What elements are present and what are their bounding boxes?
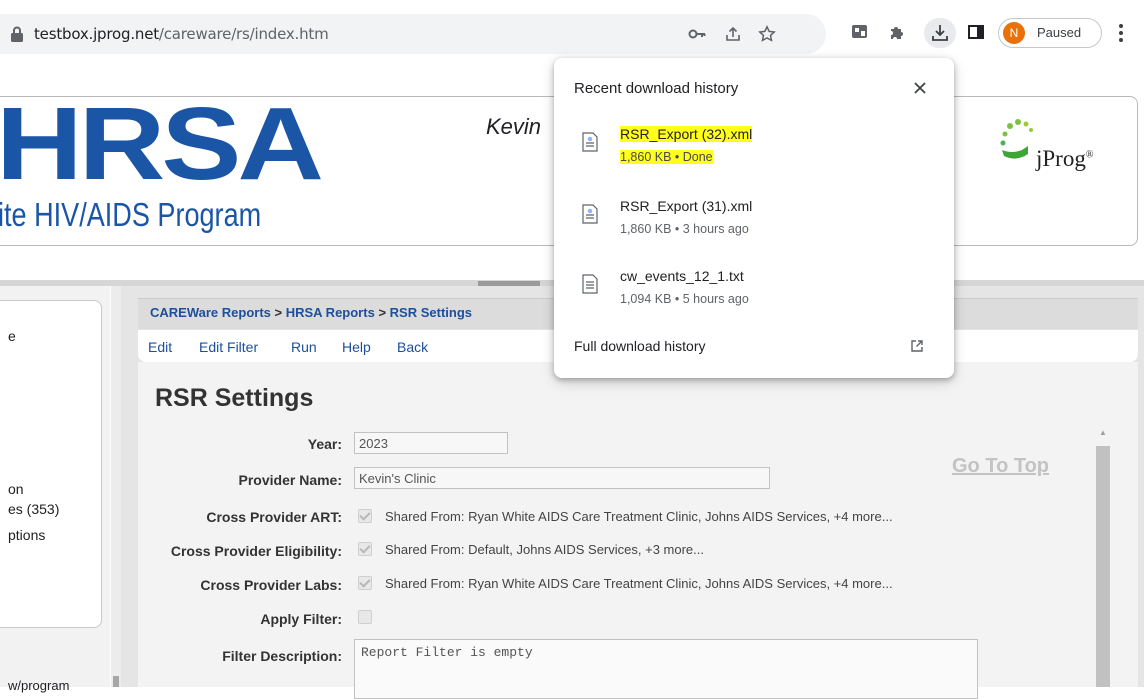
url-host: testbox.jprog.net bbox=[34, 25, 159, 43]
puzzle-icon[interactable] bbox=[888, 22, 908, 42]
cross-provider-labs-checkbox[interactable] bbox=[358, 576, 372, 590]
download-status: 1,860 KB • Done bbox=[620, 150, 713, 164]
user-name: Kevin bbox=[486, 114, 542, 139]
menu-help[interactable]: Help bbox=[342, 339, 371, 355]
url-path: /careware/rs/index.htm bbox=[158, 25, 329, 43]
download-bubble: Recent download history RSR_Export (32).… bbox=[554, 58, 954, 378]
menu-run[interactable]: Run bbox=[291, 339, 317, 355]
download-icon bbox=[932, 25, 948, 41]
scroll-up-icon[interactable]: ▲ bbox=[1099, 428, 1107, 437]
extension-icon[interactable] bbox=[850, 22, 870, 42]
cross-provider-eligibility-label: Cross Provider Eligibility: bbox=[170, 543, 342, 559]
year-label: Year: bbox=[307, 436, 342, 452]
cross-provider-labs-value: Shared From: Ryan White AIDS Care Treatm… bbox=[385, 576, 893, 591]
download-filename: cw_events_12_1.txt bbox=[620, 268, 744, 284]
download-item[interactable]: RSR_Export (32).xml 1,860 KB • Done bbox=[554, 126, 954, 188]
share-icon[interactable] bbox=[724, 25, 742, 43]
breadcrumb-rsr-settings[interactable]: RSR Settings bbox=[390, 305, 472, 320]
hrsa-logo: HRSA bbox=[0, 85, 324, 202]
sidebar-panel bbox=[0, 300, 102, 628]
jprog-logo-text: jProg® bbox=[1036, 146, 1094, 171]
xml-file-icon bbox=[582, 132, 598, 152]
year-field[interactable]: 2023 bbox=[354, 432, 508, 454]
sidebar-item[interactable]: ptions bbox=[8, 527, 45, 543]
download-item[interactable]: cw_events_12_1.txt 1,094 KB • 5 hours ag… bbox=[554, 268, 954, 330]
profile-button[interactable]: N Paused bbox=[998, 18, 1102, 48]
apply-filter-label: Apply Filter: bbox=[260, 611, 342, 627]
cross-provider-art-label: Cross Provider ART: bbox=[206, 509, 342, 525]
jprog-name: jProg bbox=[1036, 146, 1086, 171]
breadcrumb: CAREWare Reports > HRSA Reports > RSR Se… bbox=[150, 305, 472, 320]
sidebar-scrollbar[interactable] bbox=[111, 286, 121, 687]
provider-name-label: Provider Name: bbox=[238, 472, 342, 488]
profile-status: Paused bbox=[1037, 25, 1082, 40]
full-download-history-link[interactable]: Full download history bbox=[574, 338, 706, 354]
cross-provider-art-checkbox[interactable] bbox=[358, 509, 372, 523]
download-status: 1,860 KB • 3 hours ago bbox=[620, 222, 749, 236]
apply-filter-checkbox[interactable] bbox=[358, 610, 372, 624]
text-file-icon bbox=[582, 274, 598, 294]
provider-name-field[interactable]: Kevin's Clinic bbox=[354, 467, 770, 489]
download-item[interactable]: RSR_Export (31).xml 1,860 KB • 3 hours a… bbox=[554, 198, 954, 260]
download-bubble-title: Recent download history bbox=[574, 80, 739, 97]
sidebar-scroll-thumb[interactable] bbox=[113, 676, 119, 687]
breadcrumb-careware-reports[interactable]: CAREWare Reports bbox=[150, 305, 271, 320]
filter-description-label: Filter Description: bbox=[222, 648, 342, 664]
download-filename: RSR_Export (32).xml bbox=[620, 126, 753, 142]
more-menu-icon[interactable] bbox=[1118, 22, 1124, 44]
avatar: N bbox=[1003, 22, 1025, 44]
breadcrumb-separator: > bbox=[378, 305, 387, 320]
filter-description-field[interactable]: Report Filter is empty bbox=[354, 639, 978, 699]
cross-provider-eligibility-value: Shared From: Default, Johns AIDS Service… bbox=[385, 542, 704, 557]
breadcrumb-hrsa-reports[interactable]: HRSA Reports bbox=[286, 305, 375, 320]
key-icon[interactable] bbox=[688, 25, 706, 43]
close-icon[interactable] bbox=[910, 78, 930, 98]
open-in-new-icon[interactable] bbox=[910, 339, 924, 353]
address-bar[interactable]: testbox.jprog.net/careware/rs/index.htm bbox=[0, 14, 826, 54]
page-title: RSR Settings bbox=[155, 384, 314, 412]
content-scroll-thumb[interactable] bbox=[1096, 446, 1110, 687]
cross-provider-labs-label: Cross Provider Labs: bbox=[200, 577, 342, 593]
breadcrumb-separator: > bbox=[274, 305, 283, 320]
star-icon[interactable] bbox=[758, 25, 776, 43]
sidebar-item[interactable]: on bbox=[8, 481, 24, 497]
cross-provider-eligibility-checkbox[interactable] bbox=[358, 542, 372, 556]
download-filename: RSR_Export (31).xml bbox=[620, 198, 753, 214]
url-text: testbox.jprog.net/careware/rs/index.htm bbox=[34, 25, 329, 43]
sidebar-item[interactable]: e bbox=[8, 328, 16, 344]
xml-file-icon bbox=[582, 204, 598, 224]
menu-edit[interactable]: Edit bbox=[148, 339, 172, 355]
menu-back[interactable]: Back bbox=[397, 339, 428, 355]
program-title: ite HIV/AIDS Program bbox=[0, 196, 262, 233]
lock-icon bbox=[11, 26, 23, 42]
download-status: 1,094 KB • 5 hours ago bbox=[620, 292, 749, 306]
side-panel-icon[interactable] bbox=[966, 22, 986, 42]
sidebar-item[interactable]: es (353) bbox=[8, 501, 59, 517]
menu-edit-filter[interactable]: Edit Filter bbox=[199, 339, 258, 355]
sidebar-item[interactable]: w/program bbox=[8, 678, 69, 693]
cross-provider-art-value: Shared From: Ryan White AIDS Care Treatm… bbox=[385, 509, 893, 524]
go-to-top-link[interactable]: Go To Top bbox=[952, 455, 1049, 478]
downloads-button[interactable] bbox=[924, 18, 956, 48]
